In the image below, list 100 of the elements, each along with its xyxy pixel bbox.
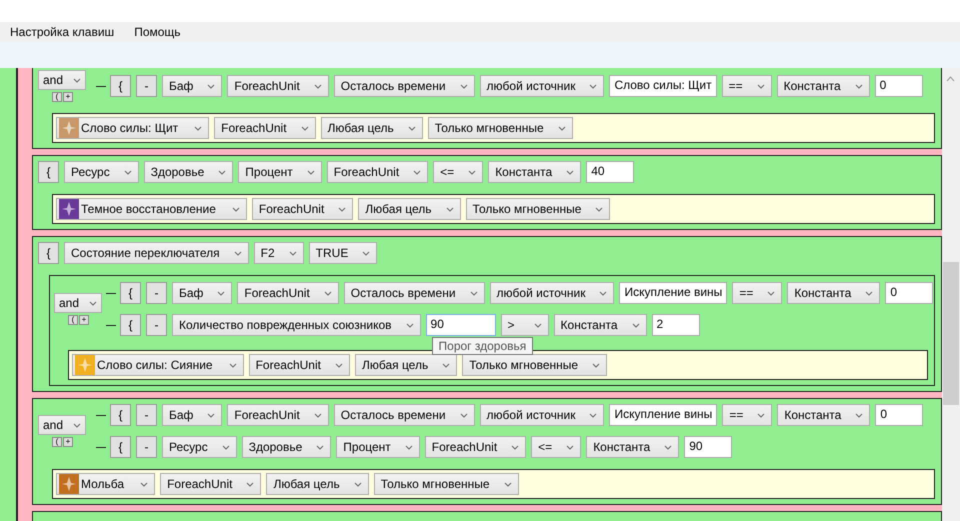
brace-button[interactable]: { xyxy=(110,436,131,458)
dropdown[interactable]: F2 xyxy=(254,242,304,264)
dropdown[interactable]: Ресурс xyxy=(64,161,139,183)
remove-button[interactable]: - xyxy=(146,282,167,304)
dropdown[interactable]: Баф xyxy=(162,75,222,97)
dropdown[interactable]: ForeachUnit xyxy=(160,473,262,495)
dropdown[interactable]: ForeachUnit xyxy=(227,404,329,426)
dropdown[interactable]: > xyxy=(500,314,549,336)
dropdown[interactable]: Здоровье xyxy=(144,161,234,183)
small-button[interactable]: ( xyxy=(68,315,78,325)
dropdown[interactable]: TRUE xyxy=(308,242,378,264)
dropdown[interactable]: ForeachUnit xyxy=(326,161,428,183)
chevron-icon xyxy=(218,170,226,174)
remove-button[interactable]: - xyxy=(146,314,167,336)
small-button[interactable]: ( xyxy=(52,92,62,102)
small-button[interactable]: + xyxy=(63,437,73,447)
dropdown[interactable]: == xyxy=(722,404,772,426)
scrollbar[interactable] xyxy=(942,68,960,521)
dropdown[interactable]: <= xyxy=(531,436,582,458)
input-field[interactable]: 0 xyxy=(874,75,923,97)
input-field[interactable]: Искупление вины xyxy=(609,404,718,426)
dropdown[interactable]: Константа xyxy=(777,404,870,426)
spell-dropdown[interactable]: Слово силы: Сияние xyxy=(72,354,244,376)
dropdown[interactable]: ForeachUnit xyxy=(227,75,329,97)
input-field[interactable]: 90 xyxy=(426,314,496,336)
dropdown[interactable]: Баф xyxy=(162,404,222,426)
input-field[interactable]: Искупление вины xyxy=(619,282,728,304)
scroll-up-icon[interactable] xyxy=(946,76,955,82)
dropdown[interactable]: Константа xyxy=(586,436,680,458)
chevron-icon xyxy=(854,84,863,88)
dropdown[interactable]: ForeachUnit xyxy=(424,436,526,458)
spell-dropdown[interactable]: Слово силы: Щит xyxy=(56,117,210,139)
dropdown[interactable]: Процент xyxy=(238,161,322,183)
dropdown[interactable]: любой источник xyxy=(480,75,604,97)
chevron-icon xyxy=(767,290,776,296)
scroll-thumb[interactable] xyxy=(943,262,959,405)
chevron-icon xyxy=(362,250,370,256)
small-button[interactable]: + xyxy=(79,315,89,325)
dropdown[interactable]: Только мгновенные xyxy=(374,473,519,495)
spell-icon xyxy=(59,474,79,494)
operator-dropdown[interactable]: and xyxy=(54,293,102,313)
operator-dropdown[interactable]: and xyxy=(38,415,86,435)
dropdown[interactable]: == xyxy=(722,75,772,97)
dropdown[interactable]: Процент xyxy=(336,436,420,458)
dropdown[interactable]: == xyxy=(732,282,782,304)
brace-button[interactable]: { xyxy=(110,404,131,426)
dropdown[interactable]: Количество поврежденных союзников xyxy=(172,314,421,336)
dropdown[interactable]: ForeachUnit xyxy=(252,198,354,220)
dropdown[interactable]: Любая цель xyxy=(354,354,458,376)
dropdown[interactable]: Любая цель xyxy=(266,473,369,495)
dropdown[interactable]: любой источник xyxy=(480,404,604,426)
input-field[interactable]: 2 xyxy=(652,314,700,336)
dropdown[interactable]: Только мгновенные xyxy=(462,354,608,376)
dropdown[interactable]: Осталось времени xyxy=(334,75,475,97)
dropdown[interactable]: ForeachUnit xyxy=(237,282,339,304)
spell-dropdown[interactable]: Мольба xyxy=(56,473,156,495)
dropdown[interactable]: Любая цель xyxy=(320,117,423,139)
chevron-icon xyxy=(217,290,226,296)
dropdown[interactable]: Баф xyxy=(172,282,232,304)
dropdown[interactable]: <= xyxy=(433,161,484,183)
dropdown[interactable]: Только мгновенные xyxy=(466,198,610,220)
chevron-icon xyxy=(566,170,574,174)
dropdown[interactable]: Осталось времени xyxy=(334,404,475,426)
small-button[interactable]: ( xyxy=(52,437,62,447)
chevron-icon xyxy=(442,362,450,368)
brace-button[interactable]: { xyxy=(38,242,59,264)
chevron-icon xyxy=(234,250,242,256)
dropdown[interactable]: Ресурс xyxy=(162,436,237,458)
dropdown[interactable]: Только мгновенные xyxy=(428,117,573,139)
remove-button[interactable]: - xyxy=(136,404,157,426)
brace-button[interactable]: { xyxy=(110,75,131,97)
input-field[interactable]: 0 xyxy=(875,404,924,426)
dropdown[interactable]: любой источник xyxy=(490,282,614,304)
input-field[interactable]: 90 xyxy=(684,436,732,458)
spell-dropdown[interactable]: Темное восстановление xyxy=(56,198,247,220)
chevron-icon xyxy=(504,482,512,486)
input-field[interactable]: 40 xyxy=(586,161,634,183)
brace-button[interactable]: { xyxy=(120,314,141,336)
small-button[interactable]: + xyxy=(63,92,73,102)
menu-item[interactable]: Помощь xyxy=(131,25,184,39)
input-field[interactable]: 0 xyxy=(885,282,934,304)
menu-item[interactable]: Настройка клавиш xyxy=(7,25,118,39)
dropdown[interactable]: Константа xyxy=(554,314,647,336)
dropdown[interactable]: ForeachUnit xyxy=(248,354,350,376)
dropdown[interactable]: Осталось времени xyxy=(344,282,485,304)
brace-button[interactable]: { xyxy=(38,161,59,183)
chevron-icon xyxy=(566,444,574,450)
dropdown[interactable]: Любая цель xyxy=(358,198,461,220)
dropdown[interactable]: Здоровье xyxy=(242,436,332,458)
chevron-icon xyxy=(89,300,97,306)
dropdown[interactable]: Константа xyxy=(776,75,870,97)
dropdown[interactable]: ForeachUnit xyxy=(214,117,316,139)
brace-button[interactable]: { xyxy=(120,282,141,304)
dropdown[interactable]: Константа xyxy=(787,282,880,304)
remove-button[interactable]: - xyxy=(136,436,157,458)
dropdown[interactable]: Константа xyxy=(488,161,582,183)
operator-dropdown[interactable]: and xyxy=(38,70,86,90)
input-field[interactable]: Слово силы: Щит xyxy=(609,75,717,97)
remove-button[interactable]: - xyxy=(136,75,157,97)
dropdown[interactable]: Состояние переключателя xyxy=(64,242,249,264)
